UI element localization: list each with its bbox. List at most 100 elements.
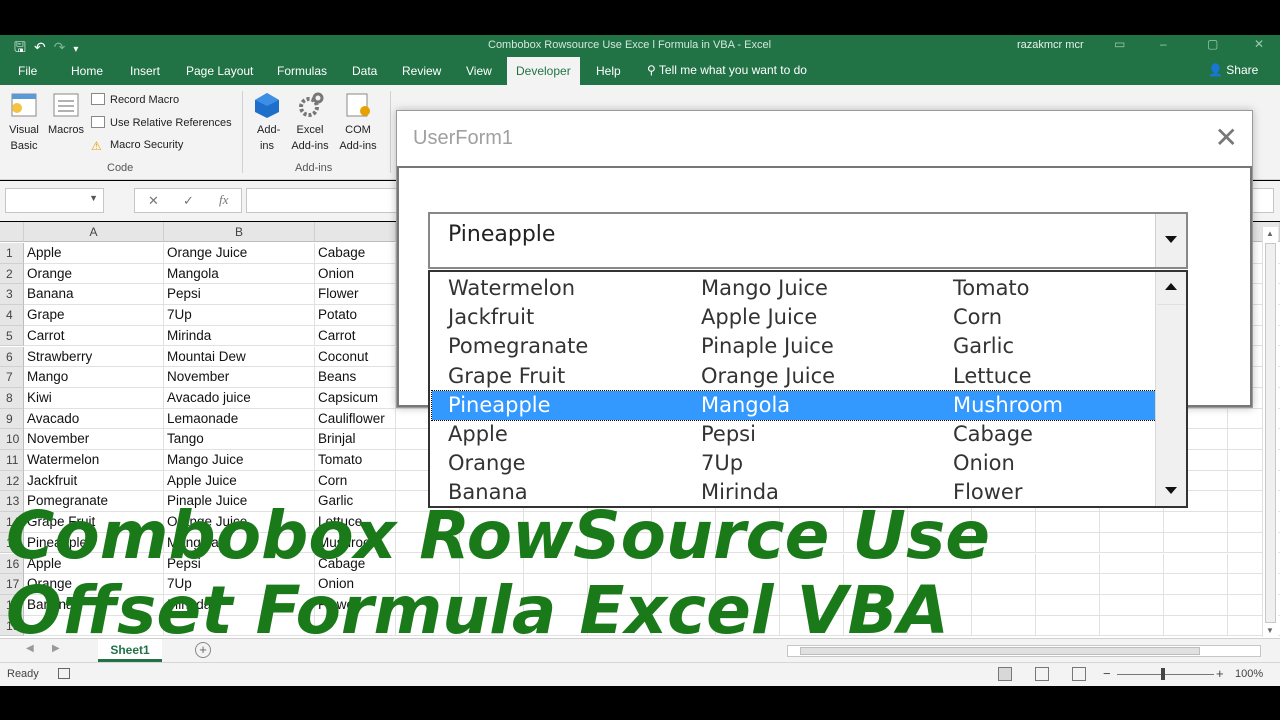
row-header[interactable]: 5 — [0, 325, 24, 347]
table-cell[interactable]: Mango — [24, 367, 164, 388]
page-layout-view-icon[interactable] — [1035, 667, 1049, 681]
list-item[interactable]: Pomegranate Pinaple Juice Garlic — [432, 332, 1158, 361]
use-relative-references-button[interactable]: Use Relative References — [91, 116, 232, 129]
sheet-nav-left-icon[interactable]: ◀ — [26, 643, 34, 654]
table-cell[interactable]: Tomato — [315, 450, 396, 471]
empty-cell[interactable] — [1036, 553, 1100, 575]
row-header[interactable]: 7 — [0, 367, 24, 388]
list-item[interactable]: Grape Fruit Orange Juice Lettuce — [432, 362, 1158, 391]
list-item[interactable]: Watermelon Mango Juice Tomato — [432, 274, 1158, 303]
combobox-list[interactable]: Watermelon Mango Juice Tomato Jackfruit Appl… — [428, 270, 1188, 508]
save-icon[interactable]: 🖫 — [14, 39, 34, 55]
table-cell[interactable]: Banana — [24, 284, 164, 306]
table-cell[interactable]: Apple Juice — [164, 470, 315, 492]
scroll-down-button[interactable] — [1156, 476, 1186, 506]
row-header[interactable]: 9 — [0, 408, 24, 430]
empty-cell[interactable] — [1164, 553, 1228, 575]
sheet-nav-right-icon[interactable]: ▶ — [52, 643, 60, 654]
tab-insert[interactable]: Insert — [130, 64, 160, 78]
row-header[interactable]: 4 — [0, 305, 24, 326]
share-button[interactable]: 👤 Share — [1208, 63, 1258, 77]
tab-view[interactable]: View — [466, 64, 492, 78]
table-cell[interactable]: Cauliflower — [315, 408, 396, 430]
empty-cell[interactable] — [1036, 594, 1100, 616]
list-item[interactable]: Jackfruit Apple Juice Corn — [432, 303, 1158, 332]
tab-developer[interactable]: Developer — [507, 57, 580, 85]
horizontal-scrollbar[interactable] — [787, 645, 1261, 657]
minimize-icon[interactable]: – — [1160, 37, 1167, 51]
table-cell[interactable]: Beans — [315, 367, 396, 388]
table-cell[interactable]: Strawberry — [24, 346, 164, 368]
row-header[interactable]: 3 — [0, 284, 24, 306]
empty-cell[interactable] — [1100, 594, 1164, 616]
table-cell[interactable]: Avacado — [24, 408, 164, 430]
combobox-value[interactable]: Pineapple — [448, 222, 555, 247]
table-cell[interactable]: November — [164, 367, 315, 388]
macro-record-icon[interactable] — [58, 668, 70, 679]
close-icon[interactable]: ✕ — [1215, 121, 1238, 154]
list-item[interactable]: Orange 7Up Onion — [432, 449, 1158, 478]
macro-security-button[interactable]: ⚠ Macro Security — [91, 139, 183, 153]
vertical-scrollbar[interactable]: ▲ ▼ — [1262, 227, 1278, 637]
empty-cell[interactable] — [1164, 532, 1228, 554]
table-cell[interactable]: Orange — [24, 263, 164, 285]
row-header[interactable]: 2 — [0, 263, 24, 285]
tab-help[interactable]: Help — [596, 64, 621, 78]
scroll-down-icon[interactable]: ▼ — [1266, 626, 1274, 635]
table-cell[interactable]: Watermelon — [24, 450, 164, 471]
list-item[interactable]: Apple Pepsi Cabage — [432, 420, 1158, 449]
normal-view-icon[interactable] — [998, 667, 1012, 681]
table-cell[interactable]: Coconut — [315, 346, 396, 368]
empty-cell[interactable] — [1036, 574, 1100, 595]
tab-file[interactable]: File — [18, 64, 37, 78]
row-header[interactable]: 6 — [0, 346, 24, 368]
table-cell[interactable]: Tango — [164, 429, 315, 450]
table-cell[interactable]: Lemaonade — [164, 408, 315, 430]
table-cell[interactable]: Onion — [315, 263, 396, 285]
scroll-thumb[interactable] — [1265, 243, 1276, 623]
select-all-corner[interactable] — [0, 222, 24, 242]
empty-cell[interactable] — [1036, 532, 1100, 554]
table-cell[interactable]: Mangola — [164, 263, 315, 285]
table-cell[interactable]: Potato — [315, 305, 396, 326]
enter-icon[interactable]: ✓ — [183, 193, 194, 209]
empty-cell[interactable] — [1164, 512, 1228, 533]
zoom-in-icon[interactable]: + — [1216, 666, 1224, 681]
table-cell[interactable]: Mountai Dew — [164, 346, 315, 368]
close-window-icon[interactable]: ✕ — [1254, 37, 1264, 51]
tab-home[interactable]: Home — [71, 64, 103, 78]
sheet-tab-sheet1[interactable]: Sheet1 — [98, 639, 162, 662]
list-item-selected[interactable]: Pineapple Mangola Mushroom — [431, 389, 1159, 421]
table-cell[interactable]: Mirinda — [164, 325, 315, 347]
table-cell[interactable]: Mango Juice — [164, 450, 315, 471]
scroll-up-icon[interactable]: ▲ — [1266, 229, 1274, 238]
zoom-out-icon[interactable]: − — [1103, 666, 1111, 681]
empty-cell[interactable] — [972, 615, 1036, 637]
table-cell[interactable]: Carrot — [24, 325, 164, 347]
row-header[interactable]: 12 — [0, 470, 24, 492]
zoom-level[interactable]: 100% — [1235, 668, 1263, 680]
column-header-a[interactable]: A — [24, 222, 164, 242]
name-box[interactable]: ▼ — [5, 188, 104, 213]
empty-cell[interactable] — [1100, 574, 1164, 595]
tab-formulas[interactable]: Formulas — [277, 64, 327, 78]
empty-cell[interactable] — [1036, 512, 1100, 533]
table-cell[interactable]: Orange Juice — [164, 243, 315, 264]
empty-cell[interactable] — [1164, 574, 1228, 595]
redo-icon[interactable]: ↷ — [54, 39, 74, 55]
insert-function-icon[interactable]: fx — [219, 192, 228, 208]
table-cell[interactable]: November — [24, 429, 164, 450]
zoom-slider[interactable] — [1117, 674, 1214, 675]
user-name[interactable]: razakmcr mcr — [1017, 39, 1084, 51]
table-cell[interactable]: Capsicum — [315, 387, 396, 409]
table-cell[interactable]: Brinjal — [315, 429, 396, 450]
table-cell[interactable]: Corn — [315, 470, 396, 492]
ribbon-display-icon[interactable]: ▭ — [1114, 37, 1125, 51]
undo-icon[interactable]: ↶ — [34, 39, 54, 55]
column-header-c[interactable] — [315, 222, 396, 242]
table-cell[interactable]: Kiwi — [24, 387, 164, 409]
table-cell[interactable]: Jackfruit — [24, 470, 164, 492]
record-macro-button[interactable]: Record Macro — [91, 93, 179, 106]
table-cell[interactable]: 7Up — [164, 305, 315, 326]
table-cell[interactable]: Carrot — [315, 325, 396, 347]
